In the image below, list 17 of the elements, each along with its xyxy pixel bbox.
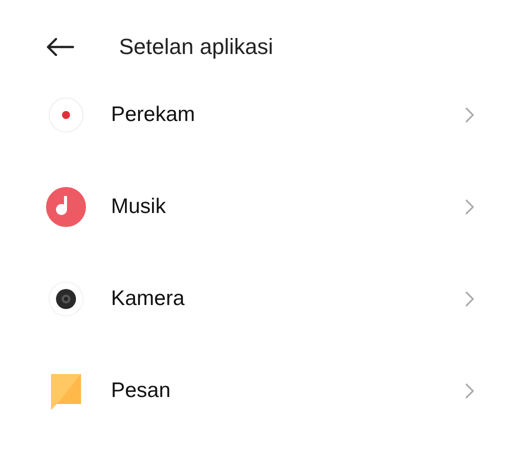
page-title: Setelan aplikasi [119,34,274,60]
chevron-right-icon [465,291,474,307]
app-item[interactable]: Musik [0,161,518,253]
app-item[interactable]: Pesan [0,345,518,437]
app-name: Kamera [111,287,186,311]
app-item[interactable]: Kamera [0,253,518,345]
app-name: Perekam [111,103,196,127]
chevron-right-icon [465,383,474,399]
back-icon[interactable] [46,38,74,56]
app-name: Pesan [111,379,172,403]
music-note-icon [46,187,86,227]
camera-lens-icon [46,281,86,317]
chevron-right-icon [465,199,474,215]
app-name: Musik [111,195,167,219]
chevron-right-icon [465,107,474,123]
record-icon [46,97,86,133]
app-item[interactable]: Perekam [0,69,518,161]
